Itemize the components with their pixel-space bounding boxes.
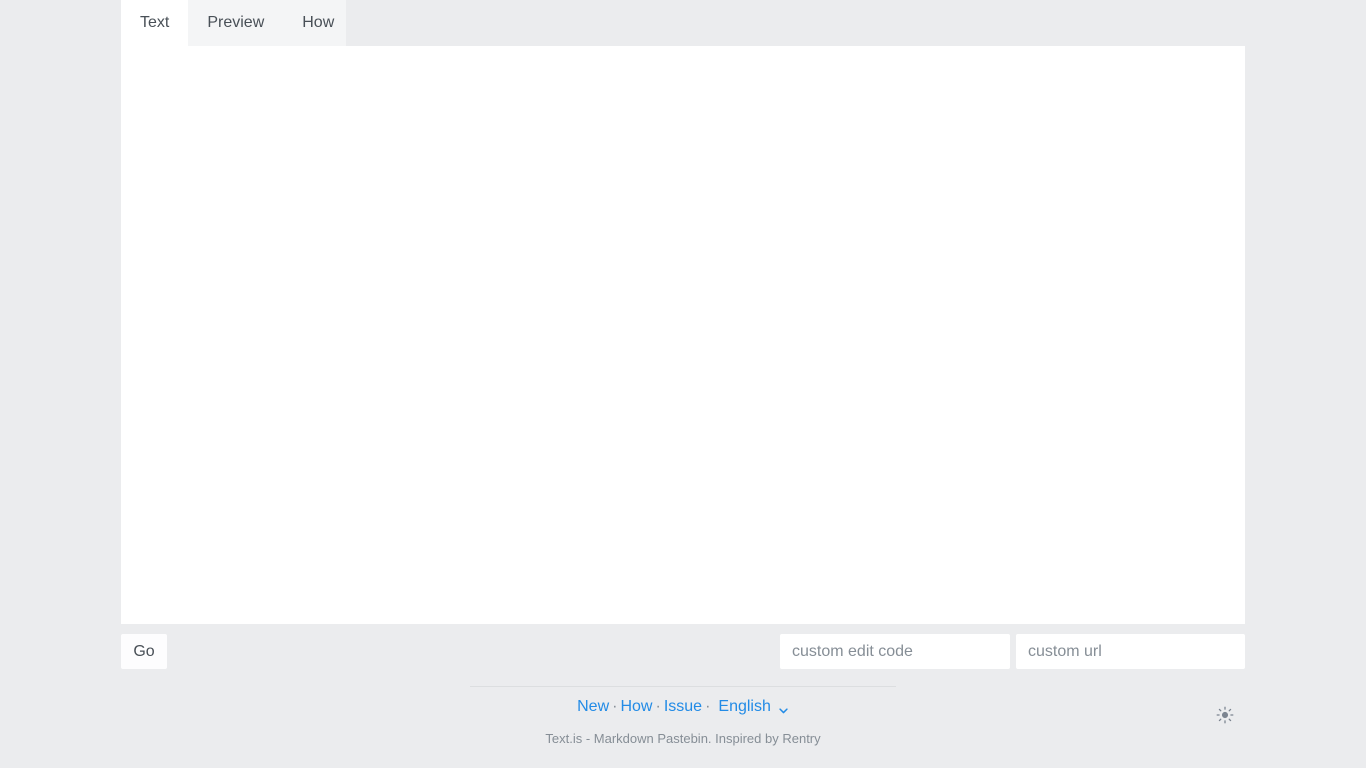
markdown-editor-textarea[interactable] xyxy=(121,46,1245,624)
chevron-down-icon xyxy=(778,702,789,713)
custom-edit-code-input[interactable] xyxy=(780,634,1010,669)
footer-tagline: Text.is - Markdown Pastebin. Inspired by… xyxy=(545,731,821,746)
footer-links: New · How · Issue · English xyxy=(0,697,1366,717)
footer-separator: · xyxy=(612,698,618,715)
footer-divider xyxy=(470,686,896,687)
sun-icon xyxy=(1216,706,1234,727)
footer-separator: · xyxy=(655,698,661,715)
go-button[interactable]: Go xyxy=(121,634,167,669)
tab-text[interactable]: Text xyxy=(121,0,189,46)
footer-link-new[interactable]: New xyxy=(577,698,609,715)
language-selector[interactable]: English xyxy=(718,697,788,717)
tab-how[interactable]: How xyxy=(283,0,353,46)
theme-toggle-button[interactable] xyxy=(1213,704,1237,728)
tab-preview[interactable]: Preview xyxy=(188,0,283,46)
controls-row: Go xyxy=(121,634,1245,669)
footer-link-issue[interactable]: Issue xyxy=(664,698,702,715)
custom-url-input[interactable] xyxy=(1016,634,1245,669)
footer-separator: · xyxy=(705,698,711,715)
tab-bar: Text Preview How xyxy=(121,0,346,46)
footer-link-how[interactable]: How xyxy=(620,698,652,715)
footer: New · How · Issue · English Text.is - Markdown… xyxy=(0,686,1366,746)
language-selector-label: English xyxy=(718,698,771,715)
